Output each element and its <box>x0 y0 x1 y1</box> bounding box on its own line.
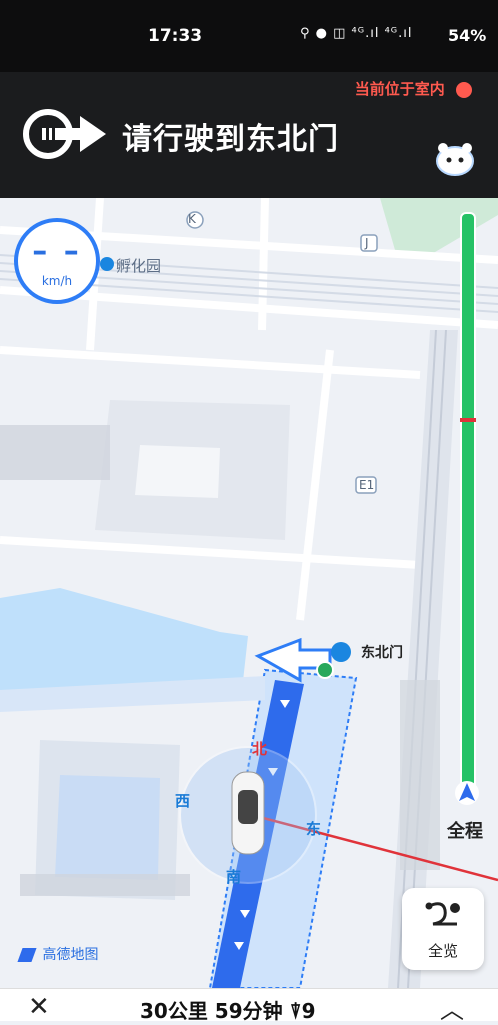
overview-button[interactable]: 全览 <box>402 888 484 970</box>
marker-j: J <box>365 236 369 250</box>
current-position-icon <box>455 781 479 805</box>
progress-marker <box>460 418 476 422</box>
compass-west: 西 <box>175 792 191 810</box>
map-canvas[interactable] <box>0 198 498 988</box>
compass-south: 南 <box>226 868 242 886</box>
logo-text: 高德地图 <box>42 947 99 963</box>
speed-value: – – <box>32 234 82 269</box>
logo-icon <box>17 948 37 962</box>
speed-unit: km/h <box>41 274 73 288</box>
battery-level: 54% <box>448 26 487 45</box>
close-icon[interactable]: ✕ <box>28 992 50 1022</box>
status-icons: ⚲ ● ◫ ⁴ᴳ.ıl ⁴ᴳ.ıl <box>300 26 413 41</box>
voice-assistant-icon[interactable] <box>435 142 475 176</box>
speedometer: – – km/h <box>14 218 100 304</box>
route-progress-bar <box>460 212 476 792</box>
destination-label[interactable]: 东北门 <box>361 642 403 662</box>
overview-label: 全览 <box>427 942 458 960</box>
poi-incubator[interactable]: 孵化园 <box>116 255 161 276</box>
status-bar <box>0 0 498 72</box>
turn-arrow-icon <box>23 109 106 159</box>
indoor-notice-text: 当前位于室内 <box>354 80 445 98</box>
compass-north: 北 <box>252 740 268 758</box>
compass-east: 东 <box>306 820 322 838</box>
marker-k: K <box>188 212 196 226</box>
amap-logo: 高德地图 <box>17 944 99 964</box>
indoor-notice: 当前位于室内 <box>355 78 472 99</box>
route-overview-icon <box>425 902 460 926</box>
indoor-signal-icon <box>456 81 472 98</box>
marker-e1: E1 <box>359 478 375 492</box>
status-time: 17:33 <box>148 26 203 46</box>
instruction-text: 请行驶到东北门 <box>122 122 339 157</box>
full-route-label[interactable]: 全程 <box>447 817 483 843</box>
